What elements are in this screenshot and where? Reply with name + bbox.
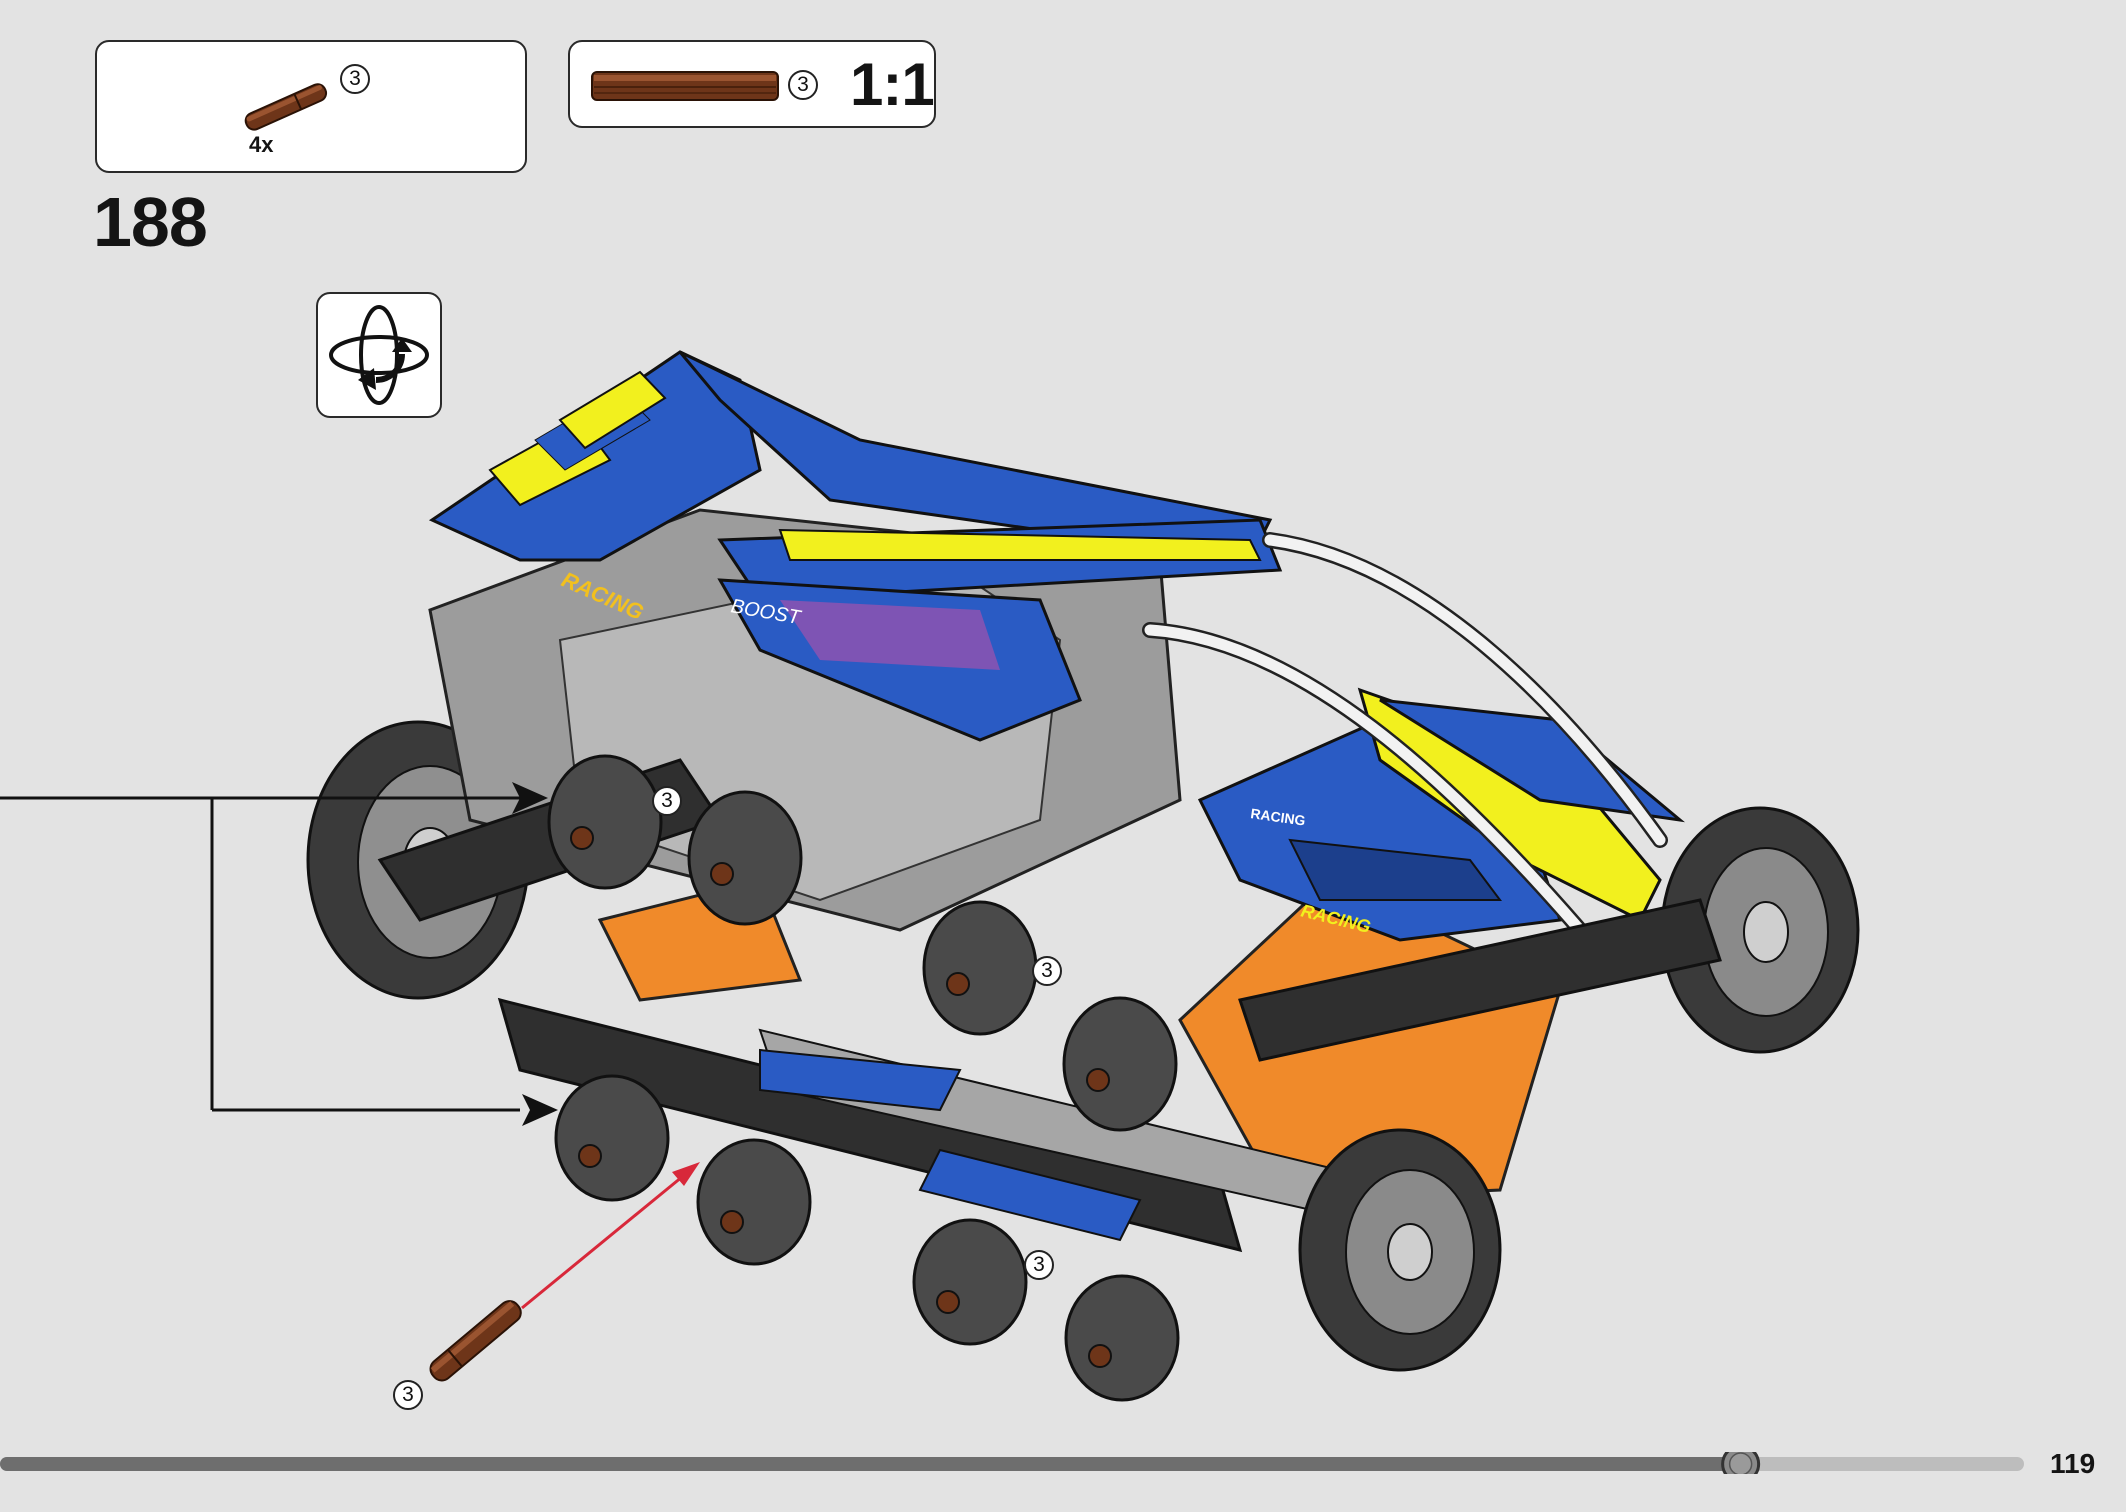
page-progress-fill	[0, 1457, 1741, 1471]
model-callout: 3	[1032, 956, 1062, 986]
track-wheel	[687, 790, 803, 926]
track-wheel	[1064, 1274, 1180, 1402]
track-wheel	[912, 1218, 1028, 1346]
page-progress-bar	[0, 1452, 2024, 1474]
friction-pin-piece	[429, 1300, 522, 1382]
track-wheel	[554, 1074, 670, 1202]
track-wheel	[922, 900, 1038, 1036]
track-wheel	[547, 754, 663, 890]
front-right-wheel	[1298, 1128, 1502, 1372]
track-wheel	[696, 1138, 812, 1266]
model-callout: 3	[1024, 1250, 1054, 1280]
page-number: 119	[2050, 1448, 2096, 1479]
model-illustration: RACING RACING RACING BOOST	[0, 350, 1860, 1402]
track-wheel	[1062, 996, 1178, 1132]
model-callout: 3	[393, 1380, 423, 1410]
model-callout: 3	[652, 786, 682, 816]
page-progress-knob-center	[1728, 1452, 1753, 1474]
